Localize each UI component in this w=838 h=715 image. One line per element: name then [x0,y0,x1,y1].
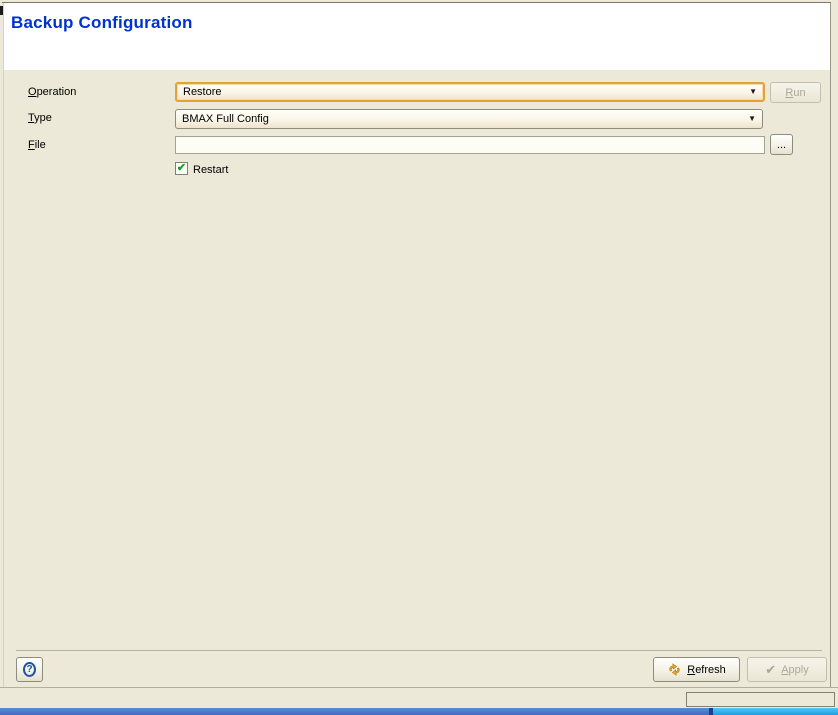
chevron-down-icon: ▼ [744,115,756,123]
taskbar-edge-left [0,708,709,715]
taskbar-edge-right [713,708,838,715]
panel-right-border [830,3,831,687]
browse-button[interactable]: ... [770,134,793,155]
file-label: File [28,139,46,151]
operation-label: Operation [28,86,76,98]
panel-left-border [3,3,4,687]
restart-checkbox[interactable]: ✔ [175,162,188,175]
refresh-button[interactable]: Refresh [653,657,740,682]
run-button-label: Run [785,87,805,99]
file-label-mnemonic: F [28,139,35,151]
panel-bottom-border [0,687,838,688]
type-select[interactable]: BMAX Full Config ▼ [175,109,763,129]
help-button[interactable]: ? [16,657,43,682]
operation-label-rest: peration [37,86,77,98]
type-label-rest: ype [34,112,52,124]
operation-selected-value: Restore [183,86,745,98]
footer-separator [16,650,822,651]
title-panel: Backup Configuration [4,3,830,70]
browse-button-label: ... [777,139,786,151]
type-selected-value: BMAX Full Config [182,113,744,125]
file-input[interactable] [175,136,765,154]
operation-label-mnemonic: O [28,86,37,98]
checkmark-icon: ✔ [765,663,776,676]
operation-select[interactable]: Restore ▼ [175,82,765,102]
type-label: Type [28,112,52,124]
apply-button-label: Apply [781,664,809,676]
refresh-arrows-icon [667,662,682,677]
file-label-rest: ile [35,139,46,151]
restart-checkbox-label: Restart [193,164,228,176]
checkmark-icon: ✔ [177,163,186,174]
apply-button[interactable]: ✔ Apply [747,657,827,682]
page-title: Backup Configuration [11,13,193,33]
refresh-button-label: Refresh [687,664,726,676]
status-progress-box [686,692,835,707]
help-icon: ? [23,662,36,677]
run-button[interactable]: Run [770,82,821,103]
chevron-down-icon: ▼ [745,88,757,96]
